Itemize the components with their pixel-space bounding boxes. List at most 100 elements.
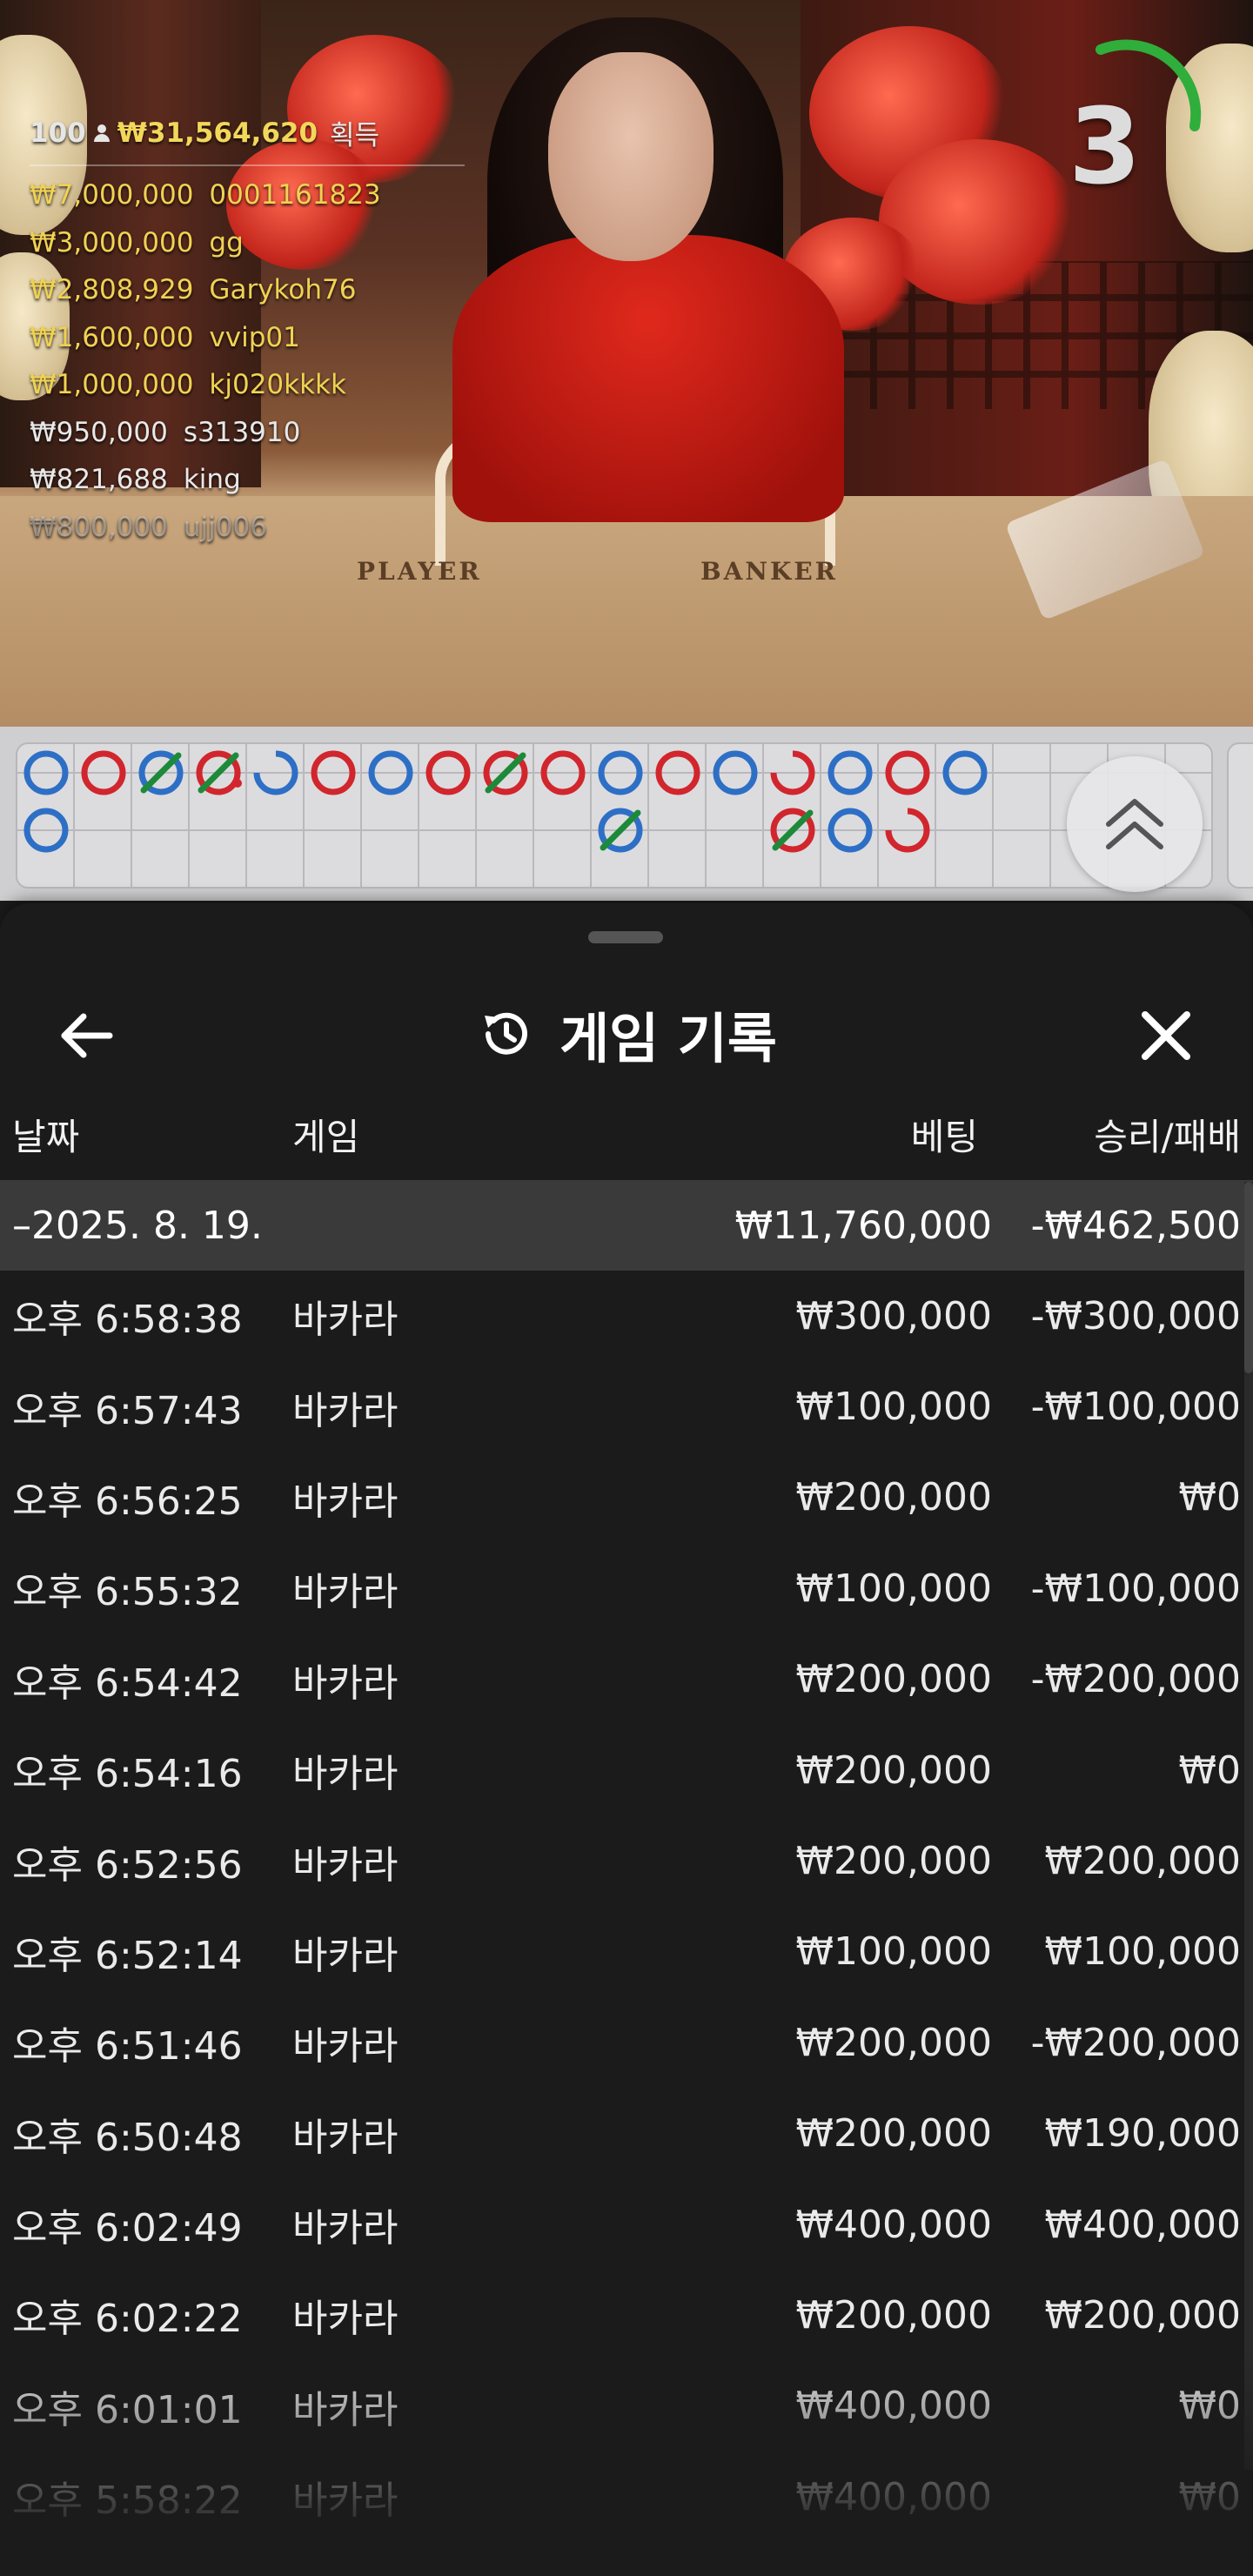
column-header-bet[interactable]: 베팅	[911, 1099, 978, 1169]
row-winloss: -₩200,000	[1030, 1657, 1241, 1702]
history-row[interactable]: 오후 6:51:46 바카라 ₩200,000 -₩200,000	[0, 1997, 1253, 2088]
banker-bead	[770, 750, 815, 795]
player-bead	[598, 808, 643, 853]
row-winloss: -₩100,000	[1030, 1566, 1241, 1611]
history-row[interactable]: 오후 6:57:43 바카라 ₩100,000 -₩100,000	[0, 1361, 1253, 1452]
player-bead	[368, 750, 413, 795]
banker-bead	[540, 750, 586, 795]
row-game: 바카라	[292, 1752, 399, 1797]
player-bead	[942, 750, 988, 795]
row-bet: ₩100,000	[795, 1566, 992, 1611]
player-bead	[138, 750, 184, 795]
entry-amount: ₩7,000,000	[30, 179, 194, 211]
entry-name: gg	[209, 226, 244, 258]
history-row[interactable]: 오후 6:52:56 바카라 ₩200,000 ₩200,000	[0, 1815, 1253, 1906]
history-row[interactable]: 오후 6:02:49 바카라 ₩400,000 ₩400,000	[0, 2179, 1253, 2270]
row-time: 오후 6:52:14	[12, 1933, 243, 1978]
row-time: 오후 6:01:01	[12, 2387, 243, 2432]
double-chevron-up-icon	[1106, 799, 1163, 849]
bead-road[interactable]	[16, 742, 1213, 889]
row-time: 오후 6:54:16	[12, 1752, 243, 1797]
row-game: 바카라	[292, 2206, 399, 2251]
history-row[interactable]: 오후 6:02:22 바카라 ₩200,000 ₩200,000	[0, 2270, 1253, 2360]
row-game: 바카라	[292, 1570, 399, 1615]
back-button[interactable]	[52, 1001, 122, 1070]
entry-amount: ₩1,000,000	[30, 369, 194, 400]
row-time: 오후 6:02:49	[12, 2206, 243, 2251]
sheet-header: 게임 기록	[0, 964, 1253, 1104]
banker-bead	[425, 750, 471, 795]
row-winloss: ₩200,000	[1044, 2292, 1241, 2338]
history-row[interactable]: 오후 6:50:48 바카라 ₩200,000 ₩190,000	[0, 2089, 1253, 2179]
row-winloss: -₩100,000	[1030, 1385, 1241, 1430]
expand-roads-button[interactable]	[1067, 756, 1203, 892]
row-game: 바카라	[292, 1660, 399, 1706]
row-winloss: ₩0	[1178, 1748, 1242, 1793]
entry-amount: ₩2,808,929	[30, 274, 194, 305]
secondary-road[interactable]	[1227, 742, 1253, 889]
banker-bead	[196, 750, 242, 795]
entry-name: ujj006	[183, 511, 267, 543]
leaderboard-entry: ₩1,600,000 vvip01	[30, 314, 465, 362]
history-row[interactable]: 오후 6:54:42 바카라 ₩200,000 -₩200,000	[0, 1634, 1253, 1725]
date-group-row[interactable]: –2025. 8. 19. ₩11,760,000 -₩462,500	[0, 1180, 1253, 1271]
row-bet: ₩200,000	[795, 1839, 992, 1884]
column-header-date[interactable]: 날짜	[12, 1099, 79, 1169]
row-bet: ₩400,000	[795, 2384, 992, 2429]
total-won-amount: ₩31,564,620	[117, 117, 318, 149]
history-row[interactable]: 오후 6:54:16 바카라 ₩200,000 ₩0	[0, 1725, 1253, 1815]
history-row[interactable]: 오후 6:55:32 바카라 ₩100,000 -₩100,000	[0, 1543, 1253, 1633]
row-bet: ₩200,000	[795, 1748, 992, 1793]
history-row[interactable]: 오후 6:52:14 바카라 ₩100,000 ₩100,000	[0, 1907, 1253, 1997]
row-time: 오후 6:56:25	[12, 1479, 243, 1524]
player-count: 100	[30, 117, 86, 149]
banker-bead	[81, 750, 126, 795]
player-bead	[713, 750, 758, 795]
history-row[interactable]: 오후 6:01:01 바카라 ₩400,000 ₩0	[0, 2361, 1253, 2452]
row-time: 오후 6:55:32	[12, 1570, 243, 1615]
banker-area-label: BANKER	[700, 557, 838, 586]
row-winloss: ₩190,000	[1044, 2111, 1241, 2157]
row-game: 바카라	[292, 2297, 399, 2342]
sheet-title: 게임 기록	[559, 1007, 777, 1070]
history-row[interactable]: 오후 6:58:38 바카라 ₩300,000 -₩300,000	[0, 1271, 1253, 1361]
sheet-drag-handle[interactable]	[588, 931, 663, 943]
leaderboard-header: 100 ₩31,564,620 획득	[30, 113, 465, 166]
entry-amount: ₩950,000	[30, 416, 168, 448]
column-header-game[interactable]: 게임	[292, 1099, 359, 1169]
row-time: 오후 5:58:22	[12, 2479, 243, 2524]
leaderboard-entry: ₩2,808,929 Garykoh76	[30, 266, 465, 314]
row-bet: ₩400,000	[795, 2202, 992, 2247]
row-bet: ₩400,000	[795, 2474, 992, 2519]
title-group: 게임 기록	[0, 964, 1253, 1104]
close-button[interactable]	[1131, 1001, 1201, 1070]
row-bet: ₩200,000	[795, 2020, 992, 2065]
row-game: 바카라	[292, 1933, 399, 1978]
row-game: 바카라	[292, 1842, 399, 1888]
row-bet: ₩200,000	[795, 2111, 992, 2157]
history-row[interactable]: 오후 6:56:25 바카라 ₩200,000 ₩0	[0, 1452, 1253, 1543]
row-bet: ₩200,000	[795, 1657, 992, 1702]
won-label: 획득	[330, 120, 380, 151]
row-time: 오후 6:57:43	[12, 1388, 243, 1433]
row-game: 바카라	[292, 1479, 399, 1524]
scrollbar-track[interactable]	[1244, 1182, 1253, 2470]
row-time: 오후 6:50:48	[12, 2115, 243, 2160]
live-video-stream[interactable]: PLAYER BANKER 100 ₩31,564,620 획득 ₩7,000,…	[0, 0, 1253, 727]
history-row[interactable]: 오후 5:58:22 바카라 ₩400,000 ₩0	[0, 2452, 1253, 2542]
scrollbar-thumb[interactable]	[1244, 1182, 1253, 1373]
banker-bead	[885, 808, 930, 853]
banker-bead	[655, 750, 700, 795]
row-winloss: ₩0	[1178, 1475, 1242, 1520]
game-history-sheet: 게임 기록 날짜 게임 베팅 승리/패배 –2025. 8. 19. ₩11,7…	[0, 903, 1253, 2576]
column-header-winloss[interactable]: 승리/패배	[1094, 1099, 1241, 1169]
banker-bead	[483, 750, 528, 795]
leaderboard-entry: ₩1,000,000 kj020kkkk	[30, 361, 465, 409]
history-rows: 오후 6:58:38 바카라 ₩300,000 -₩300,000 오후 6:57:43…	[0, 1271, 1253, 2542]
row-game: 바카라	[292, 1388, 399, 1433]
history-table: –2025. 8. 19. ₩11,760,000 -₩462,500 오후 6…	[0, 1180, 1253, 2542]
player-bead	[253, 750, 298, 795]
player-bead	[23, 808, 69, 853]
leaderboard-entry: ₩3,000,000 gg	[30, 219, 465, 267]
row-bet: ₩200,000	[795, 1475, 992, 1520]
